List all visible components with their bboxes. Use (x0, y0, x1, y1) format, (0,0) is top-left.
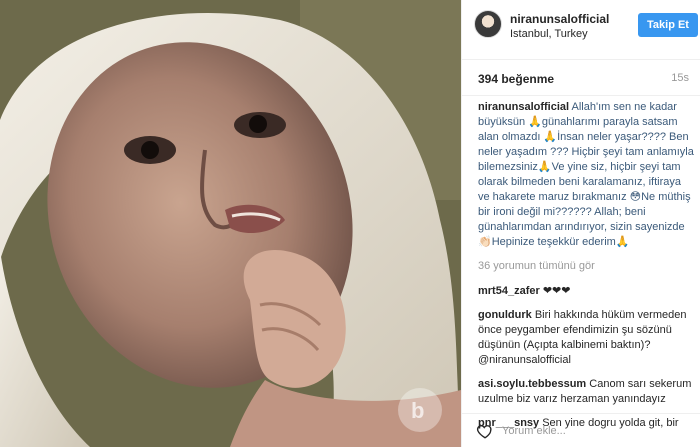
comment-username[interactable]: mrt54_zafer (478, 285, 540, 297)
post-photo[interactable]: b (0, 0, 461, 447)
list-item: asi.soylu.tebbessum Canom sarı sekerum u… (478, 377, 694, 407)
follow-button[interactable]: Takip Et (638, 13, 698, 37)
caption-text: Allah'ım sen ne kadar büyüksün 🙏günahlar… (478, 101, 694, 248)
post-location[interactable]: Istanbul, Turkey (510, 28, 588, 40)
view-all-comments-link[interactable]: 36 yorumun tümünü gör (478, 259, 694, 274)
add-comment-bar (462, 413, 700, 447)
watermark-logo: b (411, 398, 424, 423)
caption-username[interactable]: niranunsalofficial (478, 101, 569, 113)
comment-username[interactable]: asi.soylu.tebbessum (478, 378, 586, 390)
comments-list: niranunsalofficial Allah'ım sen ne kadar… (478, 100, 694, 440)
list-item: mrt54_zafer ❤❤❤ (478, 284, 694, 299)
comment-text: ❤❤❤ (542, 285, 571, 297)
selfie-photo: b (0, 0, 461, 447)
comment-input[interactable] (502, 421, 692, 441)
post-header: niranunsalofficial Istanbul, Turkey Taki… (462, 0, 700, 60)
avatar[interactable] (474, 10, 502, 38)
post-time[interactable]: 15s (671, 72, 689, 84)
caption: niranunsalofficial Allah'ım sen ne kadar… (478, 100, 694, 250)
post-sidebar: niranunsalofficial Istanbul, Turkey Taki… (461, 0, 700, 447)
comment-username[interactable]: gonuldurk (478, 309, 532, 321)
likes-count[interactable]: 394 beğenme (478, 72, 554, 86)
post-username[interactable]: niranunsalofficial (510, 12, 609, 26)
list-item: gonuldurk Biri hakkında hüküm vermeden ö… (478, 308, 694, 368)
likes-row: 394 beğenme 15s (462, 62, 700, 96)
heart-icon[interactable] (476, 422, 494, 440)
